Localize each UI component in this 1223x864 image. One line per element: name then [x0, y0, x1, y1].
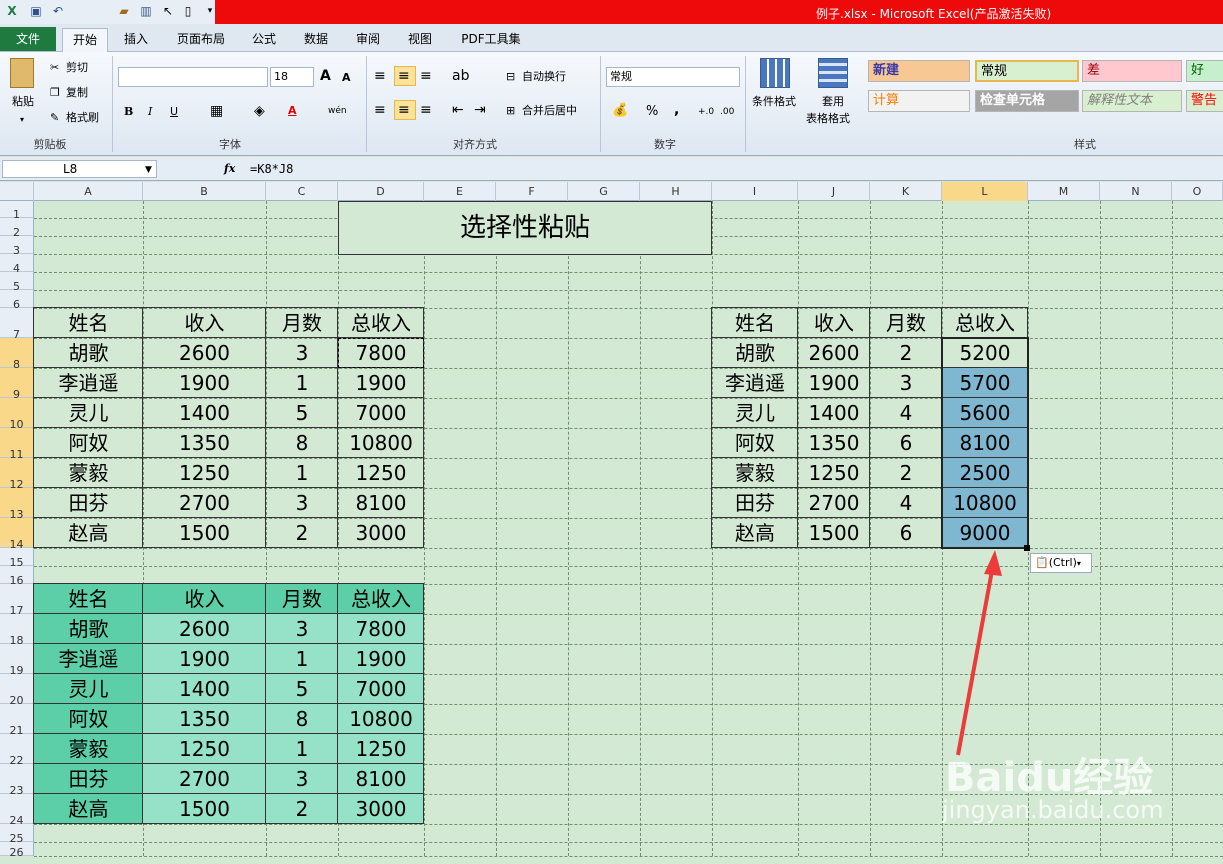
annotation-arrow: [956, 550, 1002, 756]
watermark-brand: Baidu经验: [945, 755, 1154, 801]
watermark-url: jingyan.baidu.com: [942, 796, 1164, 824]
